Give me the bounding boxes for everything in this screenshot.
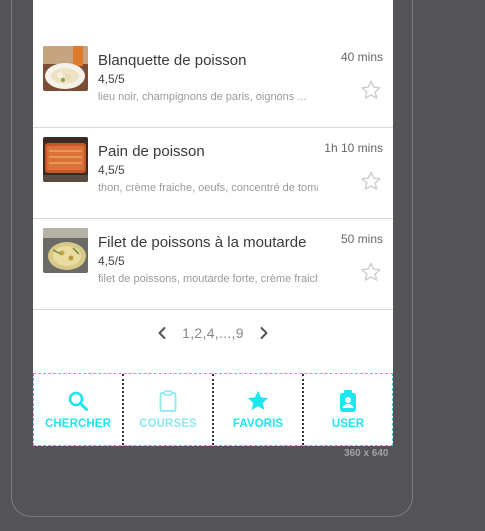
nav-label: CHERCHER — [45, 418, 111, 430]
star-outline-icon[interactable] — [360, 261, 382, 283]
recipe-list-item[interactable]: Filet de poissons à la moutarde 4,5/5 fi… — [33, 219, 393, 310]
fish-mustard-photo — [43, 228, 88, 273]
recipe-title: Pain de poisson — [98, 143, 205, 160]
phone-screen: Blanquette de poisson 4,5/5 lieu noir, c… — [33, 0, 393, 446]
nav-item-favoris[interactable]: FAVORIS — [212, 374, 302, 445]
pagination-pages[interactable]: 1,2,4,...,9 — [182, 325, 244, 341]
device-size-label: 360 x 640 — [344, 448, 389, 459]
nav-label: COURSES — [139, 418, 197, 430]
recipe-title: Blanquette de poisson — [98, 52, 247, 69]
recipe-thumbnail — [43, 46, 88, 91]
recipe-title: Filet de poissons à la moutarde — [98, 234, 307, 251]
nav-label: USER — [331, 418, 365, 430]
user-badge-icon — [340, 390, 356, 412]
recipe-time: 50 mins — [340, 232, 383, 246]
bottom-navigation: CHERCHER COURSES FAVORIS USER — [33, 373, 393, 446]
chevron-left-icon[interactable] — [154, 325, 170, 341]
pagination: 1,2,4,...,9 — [33, 316, 393, 350]
nav-item-chercher[interactable]: CHERCHER — [34, 374, 122, 445]
star-outline-icon[interactable] — [360, 170, 382, 192]
recipe-list-item[interactable]: Blanquette de poisson 4,5/5 lieu noir, c… — [33, 37, 393, 128]
recipe-ingredients: filet de poissons, moutarde forte, crème… — [98, 273, 318, 285]
recipe-thumbnail — [43, 228, 88, 273]
recipe-list-item[interactable]: Pain de poisson 4,5/5 thon, crème fraich… — [33, 128, 393, 219]
clipboard-icon — [159, 390, 177, 412]
recipe-rating: 4,5/5 — [98, 254, 125, 268]
blanquette-dish-photo — [43, 46, 88, 91]
recipe-ingredients: thon, crème fraiche, oeufs, concentré de… — [98, 182, 318, 194]
search-icon — [68, 391, 88, 411]
nav-item-courses[interactable]: COURSES — [122, 374, 212, 445]
recipe-ingredients: lieu noir, champignons de paris, oignons… — [98, 91, 307, 103]
recipe-time: 1h 10 mins — [324, 141, 383, 155]
fish-loaf-photo — [43, 137, 88, 182]
star-icon — [247, 390, 269, 410]
recipe-time: 40 mins — [340, 50, 383, 64]
star-outline-icon[interactable] — [360, 79, 382, 101]
nav-label: FAVORIS — [232, 418, 284, 430]
nav-item-user[interactable]: USER — [302, 374, 392, 445]
recipe-thumbnail — [43, 137, 88, 182]
chevron-right-icon[interactable] — [256, 325, 272, 341]
recipe-rating: 4,5/5 — [98, 163, 125, 177]
recipe-rating: 4,5/5 — [98, 72, 125, 86]
